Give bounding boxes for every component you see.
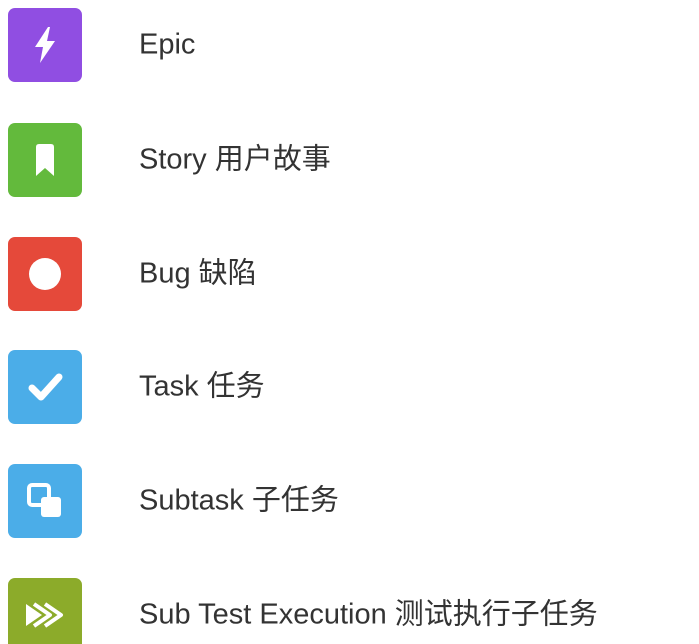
issue-type-label: Task 任务 [139,370,265,403]
issue-type-label: Bug 缺陷 [139,257,257,290]
issue-type-bug[interactable]: Bug 缺陷 [0,237,699,311]
bookmark-icon [8,123,82,197]
issue-type-label: Sub Test Execution 测试执行子任务 [139,598,598,631]
issue-type-sub-test-execution[interactable]: Sub Test Execution 测试执行子任务 [0,578,699,644]
issue-type-story[interactable]: Story 用户故事 [0,123,699,197]
issue-type-epic[interactable]: Epic [0,8,699,82]
circle-icon [8,237,82,311]
subtask-icon [8,464,82,538]
issue-type-task[interactable]: Task 任务 [0,350,699,424]
issue-type-list: Epic Story 用户故事 Bug 缺陷 Task 任务 Subtask 子… [0,0,699,644]
issue-type-label: Story 用户故事 [139,143,331,176]
double-arrow-icon [8,578,82,644]
issue-type-label: Epic [139,28,196,61]
lightning-icon [8,8,82,82]
issue-type-subtask[interactable]: Subtask 子任务 [0,464,699,538]
checkmark-icon [8,350,82,424]
issue-type-label: Subtask 子任务 [139,484,339,517]
